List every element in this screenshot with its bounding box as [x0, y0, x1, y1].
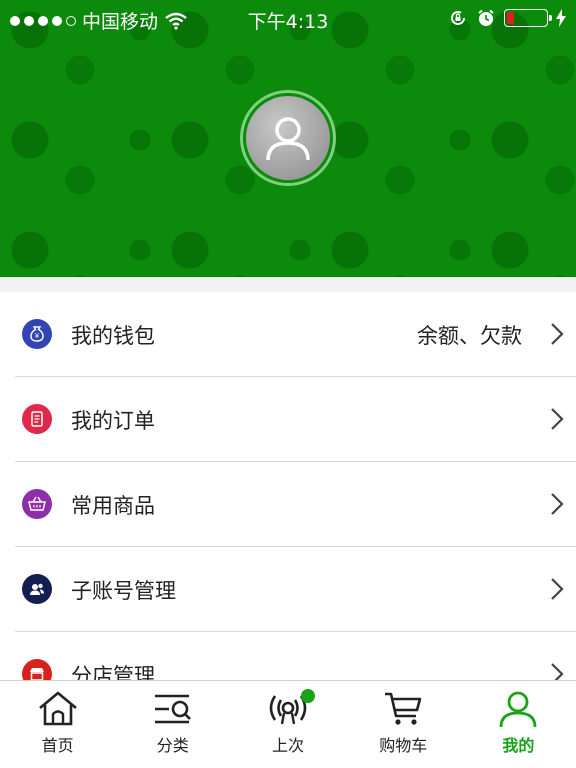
charging-icon: [556, 9, 566, 27]
chevron-right-icon: [551, 323, 564, 345]
tab-label: 首页: [41, 736, 74, 755]
status-right: [448, 8, 566, 28]
profile-icon: [500, 691, 537, 728]
menu-item-sub-accounts[interactable]: 子账号管理: [0, 547, 576, 632]
notification-dot: [301, 689, 316, 703]
tab-category[interactable]: 分类: [115, 681, 230, 768]
chevron-right-icon: [551, 578, 564, 600]
category-search-icon: [154, 694, 191, 724]
tab-last-order[interactable]: 上次: [230, 681, 345, 768]
wallet-icon: ¥: [22, 319, 52, 349]
home-icon: [38, 691, 77, 726]
menu-item-wallet[interactable]: ¥ 我的钱包 余额、欠款: [0, 292, 576, 377]
account-menu: ¥ 我的钱包 余额、欠款 我的订单 常用商品 子账号管理 分店管理: [0, 292, 576, 680]
tab-label: 我的: [502, 736, 535, 755]
profile-header: 中国移动 下午4:13: [0, 0, 576, 277]
tab-cart[interactable]: 购物车: [346, 681, 461, 768]
menu-item-frequent-products[interactable]: 常用商品: [0, 462, 576, 547]
tab-label: 上次: [272, 736, 305, 755]
sub-account-icon: [22, 574, 52, 604]
menu-item-branch-stores[interactable]: 分店管理: [0, 632, 576, 680]
chevron-right-icon: [551, 408, 564, 430]
menu-item-orders[interactable]: 我的订单: [0, 377, 576, 462]
cart-icon: [385, 692, 422, 725]
order-icon: [22, 404, 52, 434]
tab-home[interactable]: 首页: [0, 681, 115, 768]
menu-item-label: 子账号管理: [71, 579, 176, 603]
rotation-lock-icon: [451, 11, 465, 25]
avatar[interactable]: [240, 90, 336, 186]
menu-item-label: 我的钱包: [71, 324, 155, 348]
chevron-right-icon: [551, 493, 564, 515]
user-icon: [246, 96, 330, 180]
tab-bar: 首页 分类 上次 购物车 我的: [0, 680, 576, 768]
svg-text:¥: ¥: [35, 332, 40, 340]
battery-icon: [504, 9, 552, 27]
menu-item-label: 分店管理: [71, 664, 155, 680]
alarm-icon: [478, 9, 494, 26]
status-bar: 中国移动 下午4:13: [0, 0, 576, 38]
basket-icon: [22, 489, 52, 519]
tab-label: 购物车: [379, 736, 428, 755]
menu-item-label: 我的订单: [71, 409, 155, 433]
tab-label: 分类: [156, 736, 189, 755]
chevron-right-icon: [551, 663, 564, 680]
store-icon: [22, 659, 52, 680]
menu-item-label: 常用商品: [71, 494, 155, 518]
wallet-summary: 余额、欠款: [417, 324, 522, 348]
tab-profile[interactable]: 我的: [461, 681, 576, 768]
